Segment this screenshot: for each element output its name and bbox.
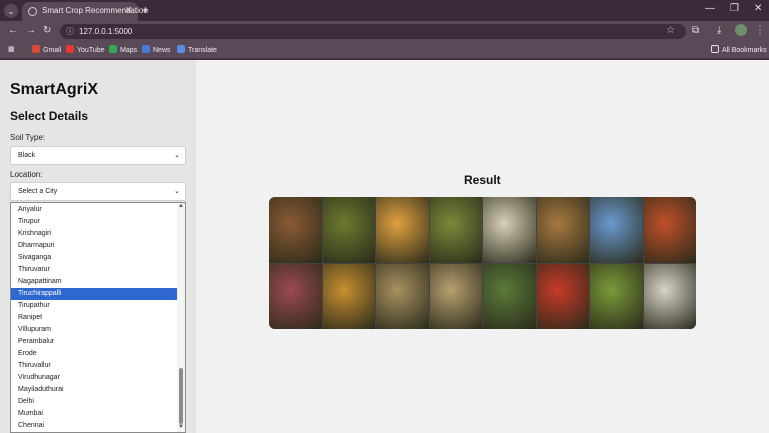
city-option[interactable]: Ariyalur [11, 204, 178, 216]
maximize-icon[interactable]: ❐ [730, 3, 739, 14]
tab-search-button[interactable]: ⌄ [4, 4, 18, 18]
crop-image [643, 263, 696, 329]
site-info-icon[interactable]: ⓘ [66, 26, 74, 37]
crop-image [429, 263, 482, 329]
new-tab-button[interactable]: + [142, 3, 149, 17]
city-option[interactable]: Virudhunagar [11, 372, 178, 384]
bookmark-news[interactable]: News [142, 45, 171, 54]
back-icon[interactable]: ← [8, 25, 18, 36]
city-option[interactable]: Erode [11, 348, 178, 360]
page: SmartAgriX Select Details Soil Type: Bla… [0, 60, 769, 433]
sidebar: SmartAgriX Select Details Soil Type: Bla… [0, 60, 196, 433]
globe-icon [28, 7, 37, 16]
city-option[interactable]: Villupuram [11, 324, 178, 336]
tab-active[interactable]: Smart Crop Recommendation ✕ [22, 2, 148, 21]
menu-icon[interactable]: ⋮ [755, 25, 765, 36]
soil-type-select[interactable]: Black ⌄ [10, 146, 186, 165]
download-icon[interactable]: ⤓ [717, 25, 721, 36]
crop-image [376, 263, 429, 329]
crop-image [269, 197, 322, 263]
city-option[interactable]: Krishnagiri [11, 228, 178, 240]
location-select[interactable]: Select a City ⌄ [10, 182, 186, 201]
crop-image [376, 197, 429, 263]
brand-title: SmartAgriX [10, 81, 99, 98]
soil-type-label: Soil Type: [10, 133, 45, 142]
section-title: Select Details [10, 109, 89, 123]
city-options: Ariyalur Tirupur Krishnagiri Dharmapuri Siva… [11, 204, 185, 432]
city-option[interactable]: Nagapattinam [11, 276, 178, 288]
maps-icon [109, 45, 117, 53]
city-option[interactable]: Mayiladuthurai [11, 384, 178, 396]
city-option[interactable]: Chennai [11, 420, 178, 432]
city-option[interactable]: Thiruvarur [11, 264, 178, 276]
url-text: 127.0.0.1:5000 [79, 27, 133, 36]
minimize-icon[interactable]: — [705, 3, 715, 14]
close-window-icon[interactable]: ✕ [754, 3, 762, 14]
soil-type-value: Black [18, 152, 36, 159]
chevron-down-icon: ⌄ [174, 188, 180, 195]
city-option[interactable]: Dharmapuri [11, 240, 178, 252]
crop-image [590, 197, 643, 263]
crop-image [322, 197, 375, 263]
crop-image [322, 263, 375, 329]
crop-image [536, 197, 589, 263]
address-bar[interactable]: ⓘ 127.0.0.1:5000 ☆ [60, 24, 686, 39]
location-value: Select a City [18, 188, 58, 195]
news-icon [142, 45, 150, 53]
crop-image [429, 197, 482, 263]
address-toolbar: ← → ↻ ⓘ 127.0.0.1:5000 ☆ ⧉ ⤓ ⋮ [0, 21, 769, 42]
crop-image [483, 263, 536, 329]
bookmark-star-icon[interactable]: ☆ [666, 25, 675, 36]
profile-avatar[interactable] [735, 24, 747, 36]
city-option[interactable]: Thiruvallur [11, 360, 178, 372]
city-option[interactable]: Perambalur [11, 336, 178, 348]
result-title: Result [464, 173, 501, 187]
scroll-up-icon[interactable]: ▲ [178, 203, 184, 209]
crop-image [269, 263, 322, 329]
reload-icon[interactable]: ↻ [43, 25, 51, 36]
scrollbar[interactable]: ▲ ▼ [177, 203, 185, 432]
city-option[interactable]: Tirupur [11, 216, 178, 228]
translate-icon [177, 45, 185, 53]
crop-image [536, 263, 589, 329]
city-option[interactable]: Delhi [11, 396, 178, 408]
bookmark-translate[interactable]: Translate [177, 45, 217, 54]
all-bookmarks[interactable]: All Bookmarks [711, 45, 767, 54]
forward-icon[interactable]: → [26, 25, 36, 36]
bookmarks-bar: ▦ Gmail YouTube Maps News Translate All … [0, 42, 769, 59]
scroll-down-icon[interactable]: ▼ [178, 424, 184, 430]
crop-image [483, 197, 536, 263]
city-option[interactable]: Ranipet [11, 312, 178, 324]
bookmark-gmail[interactable]: Gmail [32, 45, 61, 54]
folder-icon [711, 45, 719, 53]
city-dropdown-list[interactable]: Ariyalur Tirupur Krishnagiri Dharmapuri Siva… [10, 202, 186, 433]
city-option[interactable]: Sivaganga [11, 252, 178, 264]
bookmark-maps[interactable]: Maps [109, 45, 137, 54]
city-option[interactable]: Mumbai [11, 408, 178, 420]
close-icon[interactable]: ✕ [125, 5, 133, 16]
gmail-icon [32, 45, 40, 53]
city-option[interactable]: Tirupathur [11, 300, 178, 312]
bookmark-youtube[interactable]: YouTube [66, 45, 105, 54]
city-option[interactable]: Tiruchirappalli [11, 288, 178, 300]
chevron-down-icon: ⌄ [174, 152, 180, 159]
apps-icon[interactable]: ▦ [8, 45, 15, 53]
crop-image [590, 263, 643, 329]
extensions-icon[interactable]: ⧉ [692, 25, 699, 36]
tab-strip: ⌄ Smart Crop Recommendation ✕ + — ❐ ✕ [0, 0, 769, 21]
youtube-icon [66, 45, 74, 53]
scrollbar-thumb[interactable] [179, 368, 183, 424]
crop-image [643, 197, 696, 263]
location-label: Location: [10, 170, 43, 179]
crop-image-collage [269, 197, 696, 329]
